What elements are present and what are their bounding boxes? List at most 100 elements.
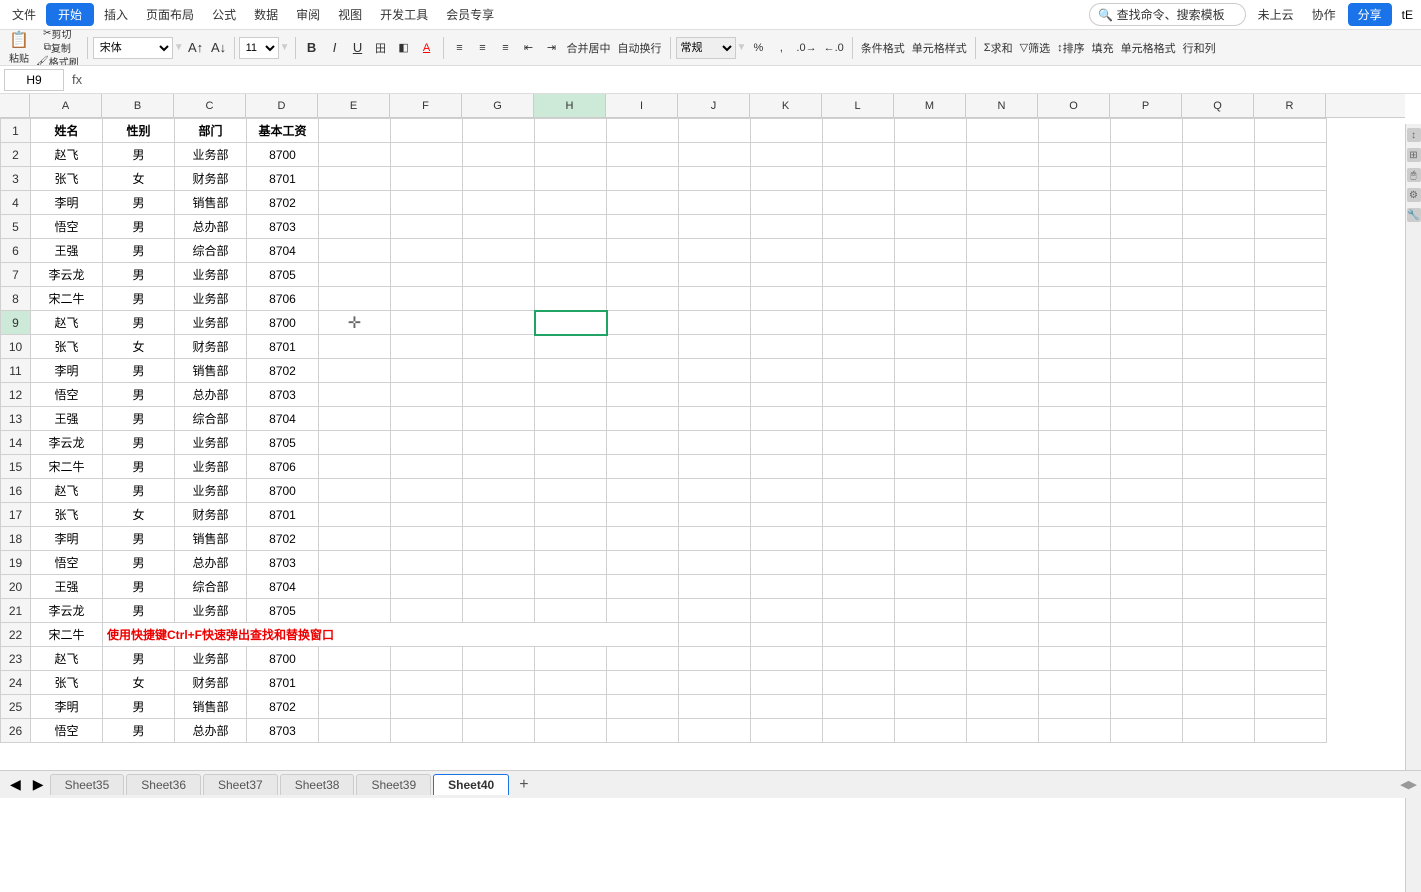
col-header-l[interactable]: L [822, 94, 894, 118]
cell-g6[interactable] [463, 239, 535, 263]
cell-d3[interactable]: 8701 [247, 167, 319, 191]
cell-i3[interactable] [607, 167, 679, 191]
cell-o13[interactable] [1039, 407, 1111, 431]
cell-i23[interactable] [607, 647, 679, 671]
cell-n1[interactable] [967, 119, 1039, 143]
cell-p25[interactable] [1111, 695, 1183, 719]
col-header-c[interactable]: C [174, 94, 246, 118]
cell-k23[interactable] [751, 647, 823, 671]
sidebar-icon-5[interactable]: 🔧 [1407, 208, 1421, 222]
cell-f8[interactable] [391, 287, 463, 311]
cell-i7[interactable] [607, 263, 679, 287]
col-header-j[interactable]: J [678, 94, 750, 118]
cell-f2[interactable] [391, 143, 463, 167]
cell-o10[interactable] [1039, 335, 1111, 359]
cell-f19[interactable] [391, 551, 463, 575]
cell-j16[interactable] [679, 479, 751, 503]
cell-c23[interactable]: 业务部 [175, 647, 247, 671]
cell-c24[interactable]: 财务部 [175, 671, 247, 695]
fill-button[interactable]: 填充 [1089, 35, 1117, 61]
cell-j15[interactable] [679, 455, 751, 479]
cell-j19[interactable] [679, 551, 751, 575]
cell-n24[interactable] [967, 671, 1039, 695]
fill-color-button[interactable]: ◧ [393, 35, 415, 61]
cell-d10[interactable]: 8701 [247, 335, 319, 359]
cell-i14[interactable] [607, 431, 679, 455]
cell-m14[interactable] [895, 431, 967, 455]
cell-f1[interactable] [391, 119, 463, 143]
cell-l9[interactable] [823, 311, 895, 335]
cell-n4[interactable] [967, 191, 1039, 215]
cell-n15[interactable] [967, 455, 1039, 479]
cell-h9[interactable] [535, 311, 607, 335]
cell-m17[interactable] [895, 503, 967, 527]
cell-l2[interactable] [823, 143, 895, 167]
col-header-g[interactable]: G [462, 94, 534, 118]
cell-f9[interactable] [391, 311, 463, 335]
format-brush-button[interactable]: 🖌 格式刷 [33, 55, 82, 66]
cell-a23[interactable]: 赵飞 [31, 647, 103, 671]
cell-q26[interactable] [1183, 719, 1255, 743]
cell-r12[interactable] [1255, 383, 1327, 407]
cell-n26[interactable] [967, 719, 1039, 743]
cell-a16[interactable]: 赵飞 [31, 479, 103, 503]
align-left-button[interactable]: ≡ [449, 35, 471, 61]
increase-font-button[interactable]: A↑ [185, 35, 207, 61]
cell-b21[interactable]: 男 [103, 599, 175, 623]
cell-d1[interactable]: 基本工资 [247, 119, 319, 143]
cell-f17[interactable] [391, 503, 463, 527]
sidebar-icon-1[interactable]: ↕ [1407, 128, 1421, 142]
cell-q25[interactable] [1183, 695, 1255, 719]
cell-g10[interactable] [463, 335, 535, 359]
col-header-o[interactable]: O [1038, 94, 1110, 118]
cell-q19[interactable] [1183, 551, 1255, 575]
cell-i13[interactable] [607, 407, 679, 431]
cell-f5[interactable] [391, 215, 463, 239]
cell-a15[interactable]: 宋二牛 [31, 455, 103, 479]
cell-r11[interactable] [1255, 359, 1327, 383]
cell-g18[interactable] [463, 527, 535, 551]
cell-e2[interactable] [319, 143, 391, 167]
cell-g23[interactable] [463, 647, 535, 671]
cell-l5[interactable] [823, 215, 895, 239]
cell-q11[interactable] [1183, 359, 1255, 383]
cell-q4[interactable] [1183, 191, 1255, 215]
col-header-m[interactable]: M [894, 94, 966, 118]
comma-button[interactable]: , [770, 35, 792, 61]
cell-g1[interactable] [463, 119, 535, 143]
cell-b22[interactable]: 使用快捷键Ctrl+F快速弹出查找和替换窗口 [103, 623, 679, 647]
cell-r22[interactable] [1255, 623, 1327, 647]
sort-button[interactable]: ↕ 排序 [1054, 35, 1088, 61]
cell-q2[interactable] [1183, 143, 1255, 167]
menu-member[interactable]: 会员专享 [438, 4, 502, 25]
cell-n21[interactable] [967, 599, 1039, 623]
cell-q24[interactable] [1183, 671, 1255, 695]
menu-page-layout[interactable]: 页面布局 [138, 4, 202, 25]
share-button[interactable]: 分享 [1348, 3, 1392, 26]
cell-c6[interactable]: 综合部 [175, 239, 247, 263]
cell-f11[interactable] [391, 359, 463, 383]
cell-b4[interactable]: 男 [103, 191, 175, 215]
cell-l18[interactable] [823, 527, 895, 551]
cell-r1[interactable] [1255, 119, 1327, 143]
cell-o1[interactable] [1039, 119, 1111, 143]
cell-b13[interactable]: 男 [103, 407, 175, 431]
italic-button[interactable]: I [324, 35, 346, 61]
cell-i10[interactable] [607, 335, 679, 359]
cell-n19[interactable] [967, 551, 1039, 575]
cell-j14[interactable] [679, 431, 751, 455]
cell-k14[interactable] [751, 431, 823, 455]
cell-h4[interactable] [535, 191, 607, 215]
col-header-q[interactable]: Q [1182, 94, 1254, 118]
cell-f15[interactable] [391, 455, 463, 479]
sheet-tab-sheet40[interactable]: Sheet40 [433, 774, 509, 795]
cell-a4[interactable]: 李明 [31, 191, 103, 215]
cell-d23[interactable]: 8700 [247, 647, 319, 671]
cell-g12[interactable] [463, 383, 535, 407]
cell-m2[interactable] [895, 143, 967, 167]
col-header-h[interactable]: H [534, 94, 606, 118]
cell-a3[interactable]: 张飞 [31, 167, 103, 191]
col-header-i[interactable]: I [606, 94, 678, 118]
cell-r15[interactable] [1255, 455, 1327, 479]
cell-k5[interactable] [751, 215, 823, 239]
